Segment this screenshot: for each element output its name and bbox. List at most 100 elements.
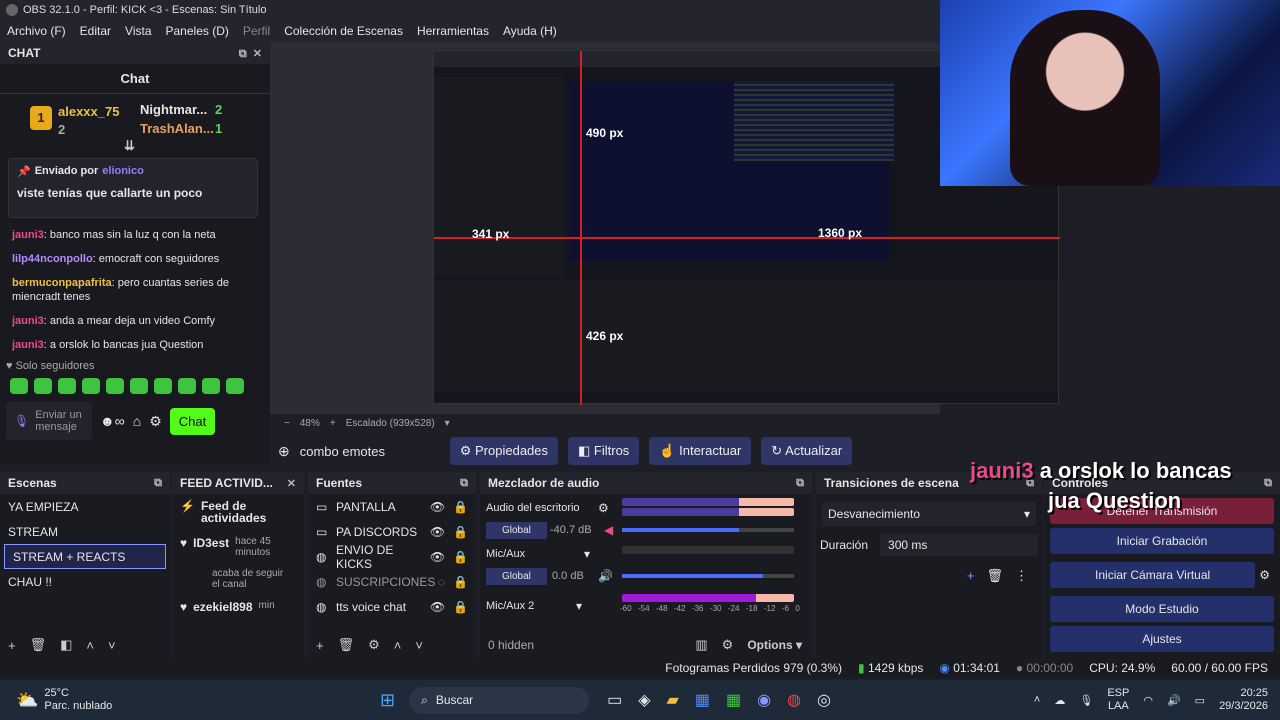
float-icon[interactable]: ⧉ bbox=[796, 477, 804, 490]
up-icon[interactable]: ˄ bbox=[394, 638, 402, 653]
menu-herramientas[interactable]: Herramientas bbox=[410, 24, 496, 38]
chevron-down-icon[interactable]: ▾ bbox=[584, 547, 590, 561]
refresh-button[interactable]: ↻ Actualizar bbox=[761, 437, 853, 465]
gear-icon[interactable]: ⚙ bbox=[1259, 568, 1270, 582]
speaker-icon[interactable]: 🔊 bbox=[598, 569, 613, 583]
tray-chevron-icon[interactable]: ˄ bbox=[1034, 694, 1040, 706]
emote-icon[interactable] bbox=[34, 378, 52, 394]
layout-icon[interactable]: ▥ bbox=[695, 637, 707, 653]
float-icon[interactable]: ⧉ bbox=[154, 477, 162, 490]
gear-icon[interactable]: ⚙ bbox=[368, 637, 380, 653]
chrome-icon[interactable]: ◍ bbox=[787, 690, 801, 710]
chat-send-button[interactable]: Chat bbox=[169, 407, 216, 435]
menu-coleccion[interactable]: Colección de Escenas bbox=[277, 24, 410, 38]
eye-icon[interactable]: 👁 bbox=[430, 500, 445, 514]
add-icon[interactable]: + bbox=[316, 638, 324, 653]
emote-icon[interactable] bbox=[10, 378, 28, 394]
settings-icon[interactable]: ⚙ bbox=[598, 501, 609, 515]
emote-icon[interactable] bbox=[82, 378, 100, 394]
chevron-down-icon[interactable]: ▾ bbox=[445, 418, 450, 429]
scene-item[interactable]: YA EMPIEZA bbox=[0, 494, 170, 519]
source-item[interactable]: ▭ PANTALLA 👁 🔒 bbox=[308, 494, 476, 519]
emote-icon[interactable] bbox=[178, 378, 196, 394]
source-item[interactable]: ▭ PA DISCORDS 👁 🔒 bbox=[308, 519, 476, 544]
settings-icon[interactable]: ⚙ bbox=[149, 413, 162, 430]
filters-button[interactable]: ◧ Filtros bbox=[568, 437, 640, 465]
transition-select[interactable]: Desvanecimiento ▾ bbox=[822, 502, 1036, 526]
start-recording-button[interactable]: Iniciar Grabación bbox=[1050, 528, 1274, 554]
leader-name[interactable]: TrashAlan... bbox=[140, 121, 214, 136]
emote-icon[interactable] bbox=[202, 378, 220, 394]
volume-slider[interactable] bbox=[622, 528, 794, 532]
volume-icon[interactable]: 🔊 bbox=[1167, 694, 1181, 707]
zoom-out-icon[interactable]: − bbox=[284, 418, 290, 429]
onedrive-icon[interactable]: ☁ bbox=[1054, 694, 1065, 707]
scene-item-selected[interactable]: STREAM + REACTS bbox=[4, 544, 166, 569]
eye-hidden-icon[interactable]: ◌ bbox=[438, 575, 445, 589]
chat-input[interactable]: 🎙 Enviar un mensaje bbox=[6, 402, 92, 440]
emote-icon[interactable] bbox=[154, 378, 172, 394]
lock-icon[interactable]: 🔒 bbox=[453, 500, 468, 514]
eye-icon[interactable]: 👁 bbox=[430, 600, 445, 614]
advanced-audio-icon[interactable]: ⚙ bbox=[722, 637, 734, 653]
add-icon[interactable]: + bbox=[967, 568, 975, 584]
eye-icon[interactable]: 👁 bbox=[430, 550, 445, 564]
leader-name[interactable]: Nightmar... bbox=[140, 102, 207, 117]
scaled-label[interactable]: Escalado (939x528) bbox=[346, 418, 435, 429]
lock-icon[interactable]: 🔒 bbox=[453, 575, 468, 589]
down-icon[interactable]: ˅ bbox=[108, 638, 116, 653]
filter-icon[interactable]: ◧ bbox=[60, 637, 72, 653]
studio-mode-button[interactable]: Modo Estudio bbox=[1050, 596, 1274, 622]
eye-icon[interactable]: 👁 bbox=[430, 525, 445, 539]
menu-vista[interactable]: Vista bbox=[118, 24, 158, 38]
scene-item[interactable]: STREAM bbox=[0, 519, 170, 544]
settings-button[interactable]: Ajustes bbox=[1050, 626, 1274, 652]
obs-icon[interactable]: ◎ bbox=[817, 690, 831, 710]
emote-icon[interactable] bbox=[106, 378, 124, 394]
menu-ayuda[interactable]: Ayuda (H) bbox=[496, 24, 564, 38]
feed-user[interactable]: ezekiel898 bbox=[193, 600, 252, 614]
source-item[interactable]: ◍ tts voice chat 👁 🔒 bbox=[308, 594, 476, 619]
float-icon[interactable]: ⧉ bbox=[1264, 477, 1272, 490]
excel-icon[interactable]: ▦ bbox=[726, 690, 741, 710]
menu-perfil[interactable]: Perfil bbox=[236, 24, 277, 38]
source-item[interactable]: ◍ ENVIO DE KICKS 👁 🔒 bbox=[308, 543, 476, 571]
emote-picker-icon[interactable]: ☻∞ bbox=[100, 413, 125, 429]
emote-icon[interactable] bbox=[130, 378, 148, 394]
chat-user[interactable]: bermuconpapafrita bbox=[12, 277, 112, 289]
interact-button[interactable]: ☝ Interactuar bbox=[649, 437, 752, 465]
chevron-down-icon[interactable]: ▾ bbox=[576, 599, 582, 613]
up-icon[interactable]: ˄ bbox=[86, 638, 94, 653]
windows-start-icon[interactable]: ⊞ bbox=[380, 690, 395, 711]
global-badge[interactable]: Global bbox=[486, 522, 547, 539]
expand-icon[interactable]: ⇊ bbox=[124, 138, 135, 154]
discord-icon[interactable]: ◉ bbox=[757, 690, 771, 710]
battery-icon[interactable]: ▭ bbox=[1195, 694, 1205, 707]
language-indicator[interactable]: ESP LAA bbox=[1107, 687, 1129, 713]
store-icon[interactable]: ⌂ bbox=[133, 413, 141, 429]
mic-icon[interactable]: 🎙 bbox=[14, 414, 29, 428]
options-button[interactable]: Options ▾ bbox=[747, 638, 802, 652]
trash-icon[interactable]: 🗑 bbox=[30, 637, 47, 653]
lock-icon[interactable]: 🔒 bbox=[453, 550, 468, 564]
pinned-user[interactable]: elionico bbox=[102, 165, 144, 178]
chat-user[interactable]: jauni3 bbox=[12, 339, 44, 351]
close-icon[interactable]: ✕ bbox=[287, 477, 296, 490]
chat-user[interactable]: lilp44nconpollo bbox=[12, 253, 93, 265]
close-icon[interactable]: ✕ bbox=[253, 48, 262, 60]
emote-icon[interactable] bbox=[58, 378, 76, 394]
float-icon[interactable]: ⧉ bbox=[460, 477, 468, 490]
trash-icon[interactable]: 🗑 bbox=[338, 637, 355, 653]
zoom-in-icon[interactable]: + bbox=[330, 418, 336, 429]
properties-button[interactable]: ⚙ Propiedades bbox=[449, 437, 559, 465]
lock-icon[interactable]: 🔒 bbox=[453, 525, 468, 539]
scene-item[interactable]: CHAU !! bbox=[0, 569, 170, 594]
duration-input[interactable]: 300 ms bbox=[880, 534, 1038, 556]
menu-editar[interactable]: Editar bbox=[73, 24, 118, 38]
folder-icon[interactable]: ▰ bbox=[667, 690, 679, 710]
float-icon[interactable]: ⧉ bbox=[239, 48, 247, 60]
down-icon[interactable]: ˅ bbox=[415, 638, 423, 653]
volume-slider[interactable] bbox=[622, 574, 794, 578]
virtual-camera-button[interactable]: Iniciar Cámara Virtual bbox=[1050, 562, 1256, 588]
chat-user[interactable]: jauni3 bbox=[12, 229, 44, 241]
